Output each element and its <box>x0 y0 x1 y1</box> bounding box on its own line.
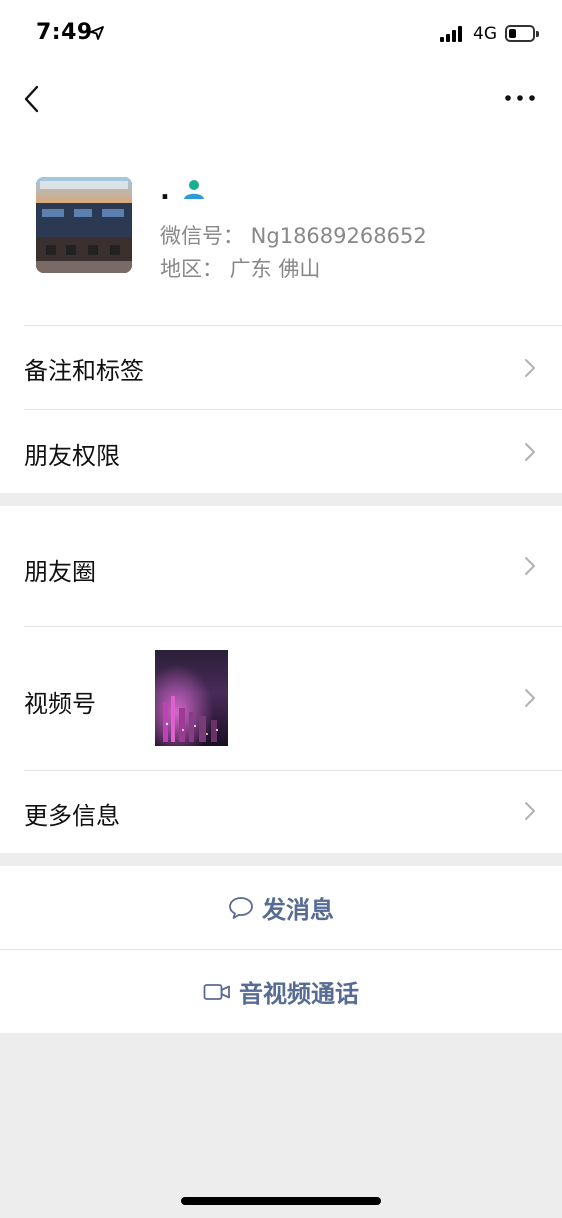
chat-bubble-icon <box>229 896 253 919</box>
location-arrow-icon <box>90 26 104 40</box>
remarks-tags-row[interactable]: 备注和标签 <box>0 325 562 409</box>
chevron-right-icon <box>525 689 535 707</box>
chevron-left-icon[interactable] <box>22 84 42 114</box>
channels-label: 视频号 <box>24 690 96 718</box>
chevron-right-icon <box>525 802 535 820</box>
navigation-bar <box>0 66 562 130</box>
moments-row[interactable]: 朋友圈 <box>0 506 562 626</box>
region: 地区： 广东 佛山 <box>160 257 321 281</box>
avatar[interactable] <box>36 177 132 273</box>
divider <box>24 325 562 326</box>
send-message-button[interactable]: 发消息 <box>0 866 562 949</box>
moments-label: 朋友圈 <box>24 558 96 586</box>
divider <box>24 770 562 771</box>
video-call-button[interactable]: 音视频通话 <box>0 950 562 1033</box>
signal-icon <box>440 26 464 42</box>
video-call-label: 音视频通话 <box>239 980 359 1008</box>
home-indicator[interactable] <box>181 1197 381 1205</box>
chevron-right-icon <box>525 443 535 461</box>
chevron-right-icon <box>525 557 535 575</box>
profile-header: . 微信号： Ng18689268652 地区： 广东 佛山 <box>0 130 562 325</box>
network-type: 4G <box>473 24 497 44</box>
battery-icon <box>505 25 539 42</box>
contact-profile-screen: 7:49 4G . 微信号： Ng18689268652 地区： 广东 佛山 备… <box>0 0 562 1218</box>
channels-row[interactable]: 视频号 <box>0 626 562 770</box>
more-info-label: 更多信息 <box>24 802 120 830</box>
remarks-tags-label: 备注和标签 <box>24 357 144 385</box>
status-time: 7:49 <box>36 20 93 45</box>
video-camera-icon <box>203 983 230 1000</box>
friend-permissions-row[interactable]: 朋友权限 <box>0 409 562 493</box>
profile-name: . <box>160 176 170 206</box>
status-bar: 7:49 4G <box>0 0 562 66</box>
ellipsis-icon[interactable] <box>504 88 536 108</box>
wechat-id: 微信号： Ng18689268652 <box>160 224 427 248</box>
send-message-label: 发消息 <box>262 896 334 924</box>
more-info-row[interactable]: 更多信息 <box>0 770 562 853</box>
channels-thumbnail[interactable] <box>155 650 228 746</box>
friend-permissions-label: 朋友权限 <box>24 442 120 470</box>
chevron-right-icon <box>525 359 535 377</box>
divider <box>24 409 562 410</box>
divider <box>24 626 562 627</box>
person-icon <box>184 180 204 199</box>
